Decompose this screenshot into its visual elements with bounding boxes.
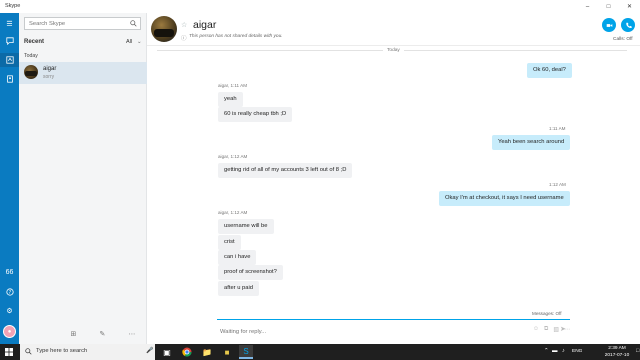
search-icon[interactable] bbox=[130, 20, 137, 27]
day-separator-label: Today bbox=[383, 48, 404, 53]
window-controls: – □ ✕ bbox=[577, 0, 640, 13]
clock[interactable]: 2:39 AM 2017-07-10 bbox=[602, 345, 632, 359]
message-meta: aigar, 1:11 AM bbox=[218, 83, 248, 88]
more-options-icon[interactable]: ⋯ bbox=[128, 330, 135, 338]
chrome-icon[interactable] bbox=[180, 345, 194, 359]
message-area: Today Ok 60, deal? aigar, 1:11 AM yeah 6… bbox=[147, 46, 640, 318]
messages-status[interactable]: Messages: Off bbox=[532, 311, 562, 316]
message-bubble-incoming[interactable]: crist bbox=[218, 235, 241, 250]
task-view-icon[interactable]: ▣ bbox=[160, 345, 174, 359]
calls-status[interactable]: Calls: Off bbox=[613, 37, 633, 42]
message-bubble-incoming[interactable]: yeah bbox=[218, 92, 243, 107]
message-bubble-outgoing[interactable]: Okay I'm at checkout, it says I need use… bbox=[439, 191, 570, 206]
contact-list-item[interactable]: aigar sorry bbox=[19, 62, 147, 84]
message-bubble-incoming[interactable]: getting rid of all of my accounts 3 left… bbox=[218, 163, 353, 178]
chevron-up-icon[interactable]: ⌃ bbox=[544, 348, 549, 354]
taskbar-search-placeholder: Type here to search bbox=[36, 348, 88, 354]
chats-icon[interactable] bbox=[0, 34, 19, 48]
message-meta: 1:11 AM bbox=[549, 126, 566, 131]
contact-details-text: This person has not shared details with … bbox=[189, 34, 283, 39]
message-bubble-incoming[interactable]: proof of screenshot? bbox=[218, 265, 283, 280]
message-meta: aigar, 1:12 AM bbox=[218, 154, 248, 159]
skype-taskbar-icon[interactable]: S bbox=[239, 345, 253, 359]
recent-label: Recent bbox=[24, 39, 45, 45]
contacts-panel: Recent All ⌄ Today aigar sorry ⊞ ✎ ⋯ bbox=[19, 13, 147, 344]
file-explorer-icon[interactable]: 📁 bbox=[200, 345, 214, 359]
network-icon[interactable]: ▬ bbox=[552, 348, 558, 354]
filter-dropdown[interactable]: All bbox=[126, 39, 132, 45]
menu-icon[interactable]: ☰ bbox=[0, 17, 19, 31]
people-icon[interactable]: 66 bbox=[0, 265, 19, 279]
emoji-icon[interactable]: ☺ bbox=[533, 326, 539, 333]
settings-gear-icon[interactable]: ⚙ bbox=[0, 304, 19, 318]
message-meta: 1:12 AM bbox=[549, 182, 566, 187]
search-box bbox=[24, 17, 141, 30]
message-meta: aigar, 1:12 AM bbox=[218, 210, 248, 215]
contacts-icon[interactable] bbox=[0, 72, 19, 86]
microphone-icon[interactable]: 🎤 bbox=[146, 347, 153, 354]
nav-rail: ☰ 66 ? ⚙ ● bbox=[0, 13, 19, 344]
message-input[interactable] bbox=[220, 326, 470, 337]
calls-icon[interactable] bbox=[0, 53, 19, 67]
minimize-button[interactable]: – bbox=[577, 0, 598, 13]
notifications-icon[interactable]: □ bbox=[636, 348, 639, 354]
chat-header: ☆ aigar ⓘ This person has not shared det… bbox=[147, 13, 640, 46]
language-indicator[interactable]: ENG bbox=[572, 349, 582, 354]
clock-time: 2:39 AM bbox=[608, 346, 626, 351]
windows-start-icon[interactable] bbox=[5, 348, 13, 356]
maximize-button[interactable]: □ bbox=[598, 0, 619, 13]
message-composer: ☺ ⧉ ▧ ⋯ bbox=[217, 319, 570, 344]
new-chat-icon[interactable]: ✎ bbox=[99, 330, 105, 338]
info-icon: ⓘ bbox=[181, 36, 187, 42]
os-taskbar: Type here to search 🎤 ▣ 📁 ■ S ⌃ ▬ ♪ ENG … bbox=[0, 344, 640, 360]
chat-contact-avatar[interactable] bbox=[151, 16, 177, 42]
search-input[interactable] bbox=[25, 18, 125, 29]
contact-card-icon[interactable]: ▧ bbox=[553, 326, 559, 333]
favorite-star-icon[interactable]: ☆ bbox=[181, 21, 187, 29]
message-bubble-incoming[interactable]: username will be bbox=[218, 219, 274, 234]
window-titlebar: Skype – □ ✕ bbox=[0, 0, 640, 13]
my-avatar[interactable]: ● bbox=[3, 325, 16, 338]
message-bubble-outgoing[interactable]: Ok 60, deal? bbox=[527, 63, 572, 78]
chat-contact-name[interactable]: aigar bbox=[193, 19, 216, 31]
message-bubble-incoming[interactable]: after u paid bbox=[218, 281, 260, 296]
volume-icon[interactable]: ♪ bbox=[562, 348, 565, 354]
window-title: Skype bbox=[5, 3, 21, 9]
audio-call-button[interactable] bbox=[621, 18, 635, 32]
panel-toolbar: ⊞ ✎ ⋯ bbox=[19, 324, 147, 344]
chevron-down-icon[interactable]: ⌄ bbox=[137, 39, 142, 45]
clock-date: 2017-07-10 bbox=[604, 353, 630, 358]
attach-icon[interactable]: ⧉ bbox=[544, 326, 548, 333]
taskbar-search[interactable]: Type here to search 🎤 bbox=[20, 344, 155, 360]
close-button[interactable]: ✕ bbox=[619, 0, 640, 13]
message-bubble-incoming[interactable]: 60 is really cheap tbh ;D bbox=[218, 107, 293, 122]
help-icon[interactable]: ? bbox=[0, 285, 19, 299]
video-call-button[interactable] bbox=[602, 18, 616, 32]
message-bubble-incoming[interactable]: can i have bbox=[218, 250, 257, 265]
send-icon[interactable]: ➤ bbox=[560, 325, 570, 335]
search-icon bbox=[25, 348, 32, 355]
message-bubble-outgoing[interactable]: Yeah been search around bbox=[492, 135, 571, 150]
dialpad-icon[interactable]: ⊞ bbox=[71, 330, 77, 338]
today-group-label: Today bbox=[24, 53, 38, 59]
sticky-notes-icon[interactable]: ■ bbox=[220, 345, 234, 359]
contact-avatar bbox=[24, 65, 38, 79]
contact-name: aigar bbox=[43, 66, 57, 72]
contact-last-message: sorry bbox=[43, 74, 55, 80]
